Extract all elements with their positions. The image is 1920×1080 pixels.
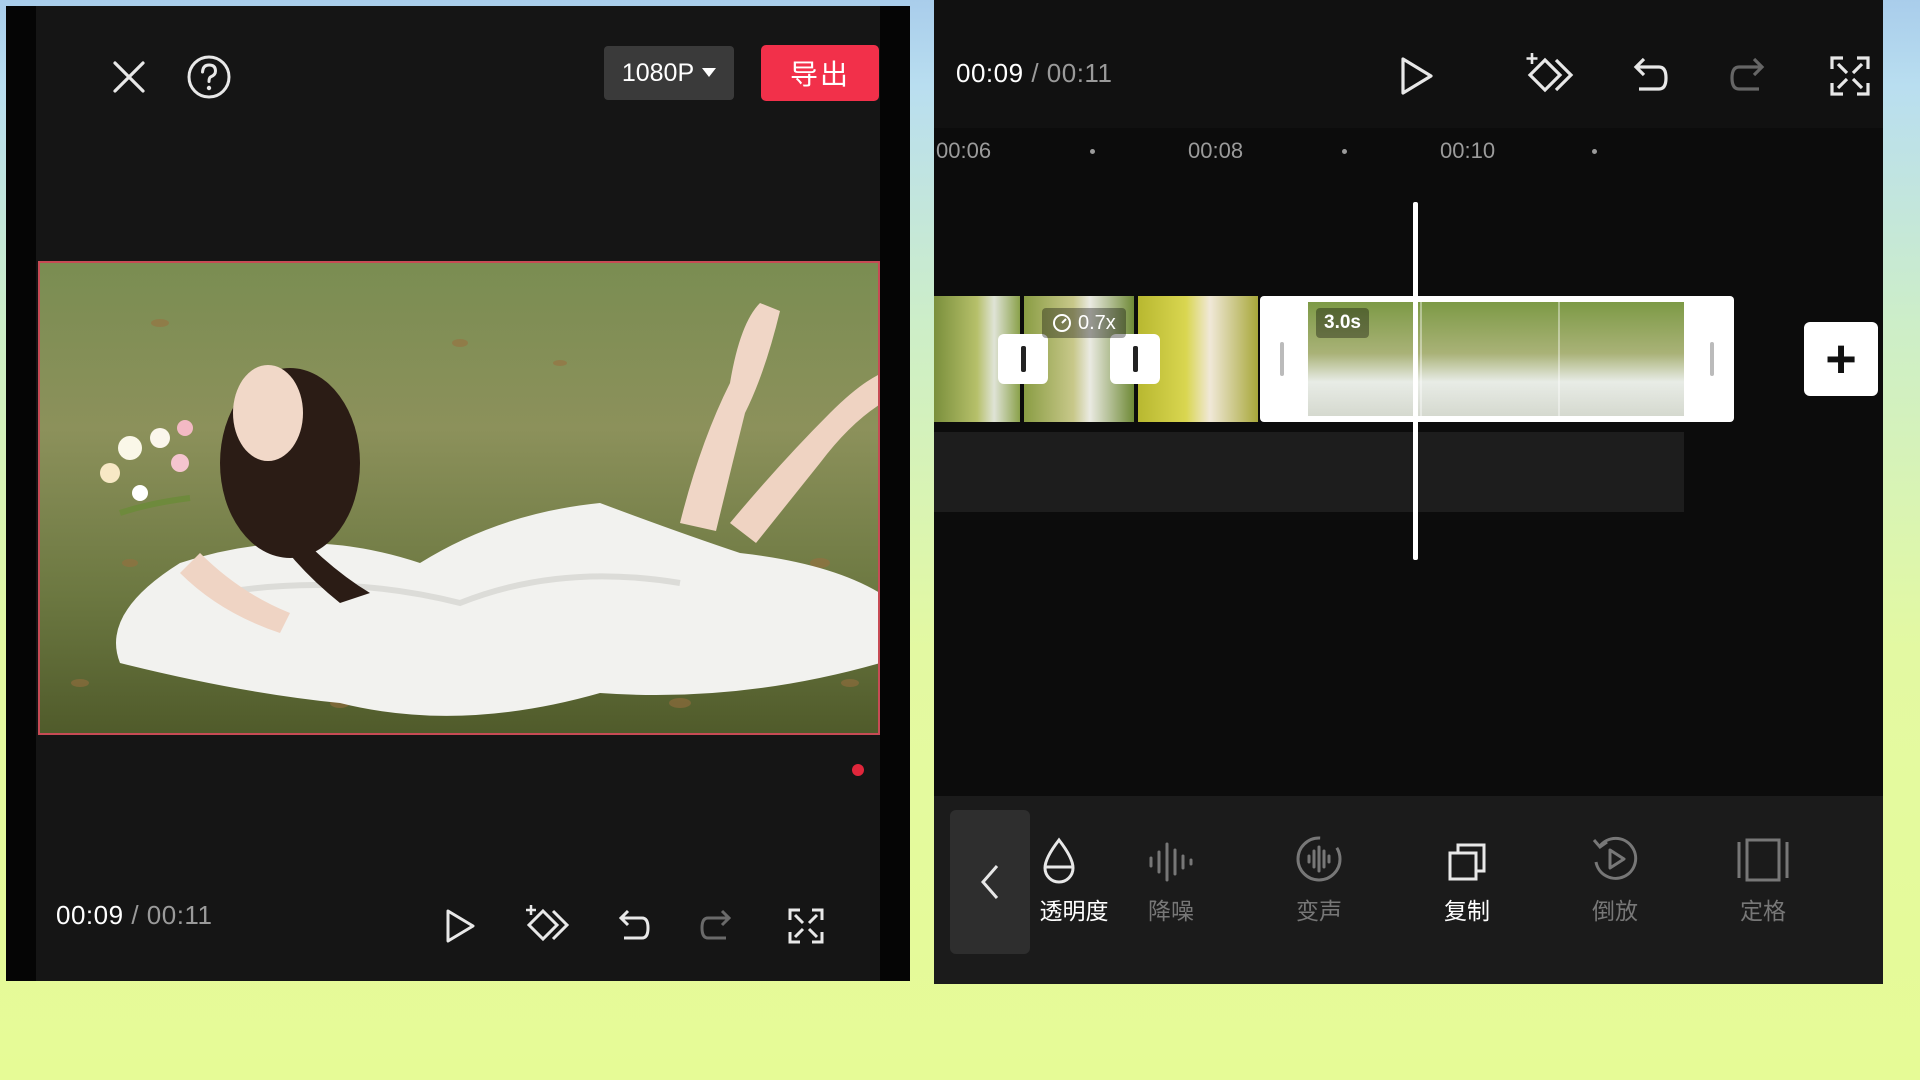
- keyframe-icon[interactable]: [1522, 50, 1576, 100]
- keyframe-icon[interactable]: [522, 902, 572, 948]
- transition-handle[interactable]: [1110, 334, 1160, 384]
- trim-handle-right[interactable]: [1710, 342, 1714, 376]
- resolution-dropdown[interactable]: 1080P: [604, 46, 734, 100]
- resolution-label: 1080P: [621, 58, 695, 87]
- audio-track[interactable]: [934, 432, 1684, 512]
- undo-icon[interactable]: [610, 904, 654, 948]
- undo-icon[interactable]: [1624, 52, 1672, 100]
- fullscreen-icon[interactable]: [1826, 52, 1874, 100]
- redo-icon[interactable]: [696, 904, 740, 948]
- tool-noise-reduction[interactable]: 降噪: [1116, 832, 1226, 926]
- speed-gauge-icon: [1053, 314, 1071, 332]
- current-time: 00:09: [956, 58, 1024, 88]
- tool-freeze-frame[interactable]: 定格: [1708, 832, 1818, 926]
- preview-panel: 1080P 导出 00:09 / 00:11: [6, 6, 910, 981]
- preview-frame-image: [40, 263, 878, 733]
- freeze-frame-icon: [1708, 832, 1818, 884]
- time-separator: /: [131, 900, 140, 930]
- redo-icon[interactable]: [1726, 52, 1774, 100]
- tool-label: 透明度: [1039, 898, 1109, 924]
- fullscreen-icon[interactable]: [784, 904, 828, 948]
- playhead[interactable]: [1413, 202, 1418, 560]
- speed-badge: 0.7x: [1042, 308, 1126, 338]
- tool-label: 复制: [1444, 898, 1490, 924]
- timeline-topbar: 00:09 / 00:11: [934, 0, 1883, 128]
- edit-toolbar: 透明度 降噪 变声 复制 倒放 定格: [934, 796, 1883, 984]
- tool-label: 变声: [1296, 898, 1342, 924]
- caret-down-icon: [702, 68, 717, 77]
- voice-change-icon: [1264, 832, 1374, 884]
- ruler-tick-label: 00:06: [936, 138, 992, 163]
- total-time: 00:11: [146, 900, 213, 930]
- video-preview[interactable]: [38, 261, 880, 735]
- speed-label: 0.7x: [1078, 311, 1116, 334]
- ruler-tick-label: 00:10: [1440, 138, 1496, 163]
- play-icon[interactable]: [440, 904, 480, 948]
- copy-icon: [1412, 832, 1522, 884]
- time-display: 00:09 / 00:11: [956, 58, 1112, 89]
- time-display: 00:09 / 00:11: [56, 900, 212, 931]
- ruler-dot: [1090, 149, 1095, 154]
- tool-label: 降噪: [1148, 898, 1194, 924]
- tool-voice-change[interactable]: 变声: [1264, 832, 1374, 926]
- export-button[interactable]: 导出: [761, 45, 879, 101]
- tool-reverse[interactable]: 倒放: [1560, 832, 1670, 926]
- tool-copy[interactable]: 复制: [1412, 832, 1522, 926]
- time-ruler[interactable]: 00:06 00:08 00:10: [934, 128, 1883, 178]
- close-icon[interactable]: [106, 54, 152, 100]
- preview-screen: 1080P 导出 00:09 / 00:11: [36, 6, 880, 981]
- ruler-tick-label: 00:08: [1188, 138, 1244, 163]
- transition-handle[interactable]: [998, 334, 1048, 384]
- time-separator: /: [1031, 58, 1040, 88]
- recording-indicator: [852, 764, 864, 776]
- tool-label: 定格: [1740, 898, 1786, 924]
- chevron-left-icon: [981, 865, 999, 899]
- timeline-panel: 00:09 / 00:11 00:06 00:08 00:10 0.7x 3.0…: [934, 0, 1883, 984]
- trim-handle-left[interactable]: [1280, 342, 1284, 376]
- duration-badge: 3.0s: [1316, 308, 1369, 338]
- help-icon[interactable]: [184, 52, 234, 102]
- video-track: 0.7x 3.0s: [934, 296, 1734, 422]
- current-time: 00:09: [56, 900, 124, 930]
- ruler-dot: [1592, 149, 1597, 154]
- opacity-drop-icon: [1004, 832, 1114, 884]
- noise-reduction-icon: [1116, 832, 1226, 884]
- add-clip-button[interactable]: +: [1804, 322, 1878, 396]
- reverse-play-icon: [1560, 832, 1670, 884]
- ruler-dot: [1342, 149, 1347, 154]
- play-icon[interactable]: [1394, 52, 1438, 100]
- total-time: 00:11: [1046, 58, 1113, 88]
- tool-label: 倒放: [1592, 898, 1638, 924]
- tool-opacity[interactable]: 透明度: [1004, 832, 1114, 926]
